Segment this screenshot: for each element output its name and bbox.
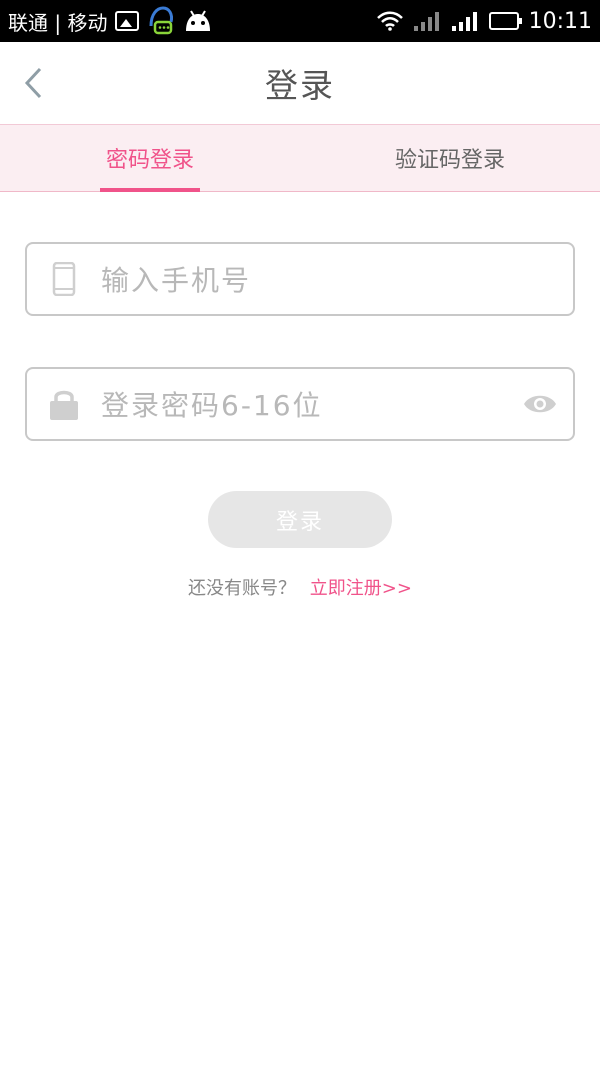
- page-title: 登录: [265, 66, 335, 105]
- login-button[interactable]: 登录: [208, 491, 392, 548]
- signal-strong-icon: [451, 12, 477, 31]
- status-bar: 联通 | 移动 10:11: [0, 0, 600, 42]
- chat-notification-icon: [149, 6, 174, 35]
- tab-code-login[interactable]: 验证码登录: [300, 125, 600, 191]
- phone-field[interactable]: 输入手机号: [25, 242, 575, 316]
- register-row: 还没有账号？ 立即注册>>: [0, 574, 600, 600]
- back-arrow-icon[interactable]: [22, 66, 46, 100]
- register-prompt: 还没有账号？: [188, 578, 297, 599]
- battery-icon: [488, 12, 522, 30]
- eye-icon[interactable]: [523, 391, 557, 417]
- android-notification-icon: [186, 10, 211, 31]
- password-field[interactable]: 登录密码6-16位: [25, 367, 575, 441]
- wifi-icon: [376, 11, 403, 31]
- phone-input[interactable]: 输入手机号: [101, 259, 251, 299]
- app-header: 登录: [0, 42, 600, 124]
- password-input[interactable]: 登录密码6-16位: [101, 384, 323, 424]
- signal-weak-icon: [413, 12, 439, 31]
- clock: 10:11: [528, 8, 592, 34]
- gallery-notification-icon: [115, 11, 140, 31]
- register-link[interactable]: 立即注册>>: [310, 578, 412, 599]
- carrier-text: 联通 | 移动: [8, 10, 108, 35]
- tab-password-login[interactable]: 密码登录: [0, 125, 300, 192]
- lock-icon: [27, 369, 101, 439]
- phone-icon: [27, 244, 101, 314]
- login-mode-tabs: 密码登录 验证码登录: [0, 124, 600, 192]
